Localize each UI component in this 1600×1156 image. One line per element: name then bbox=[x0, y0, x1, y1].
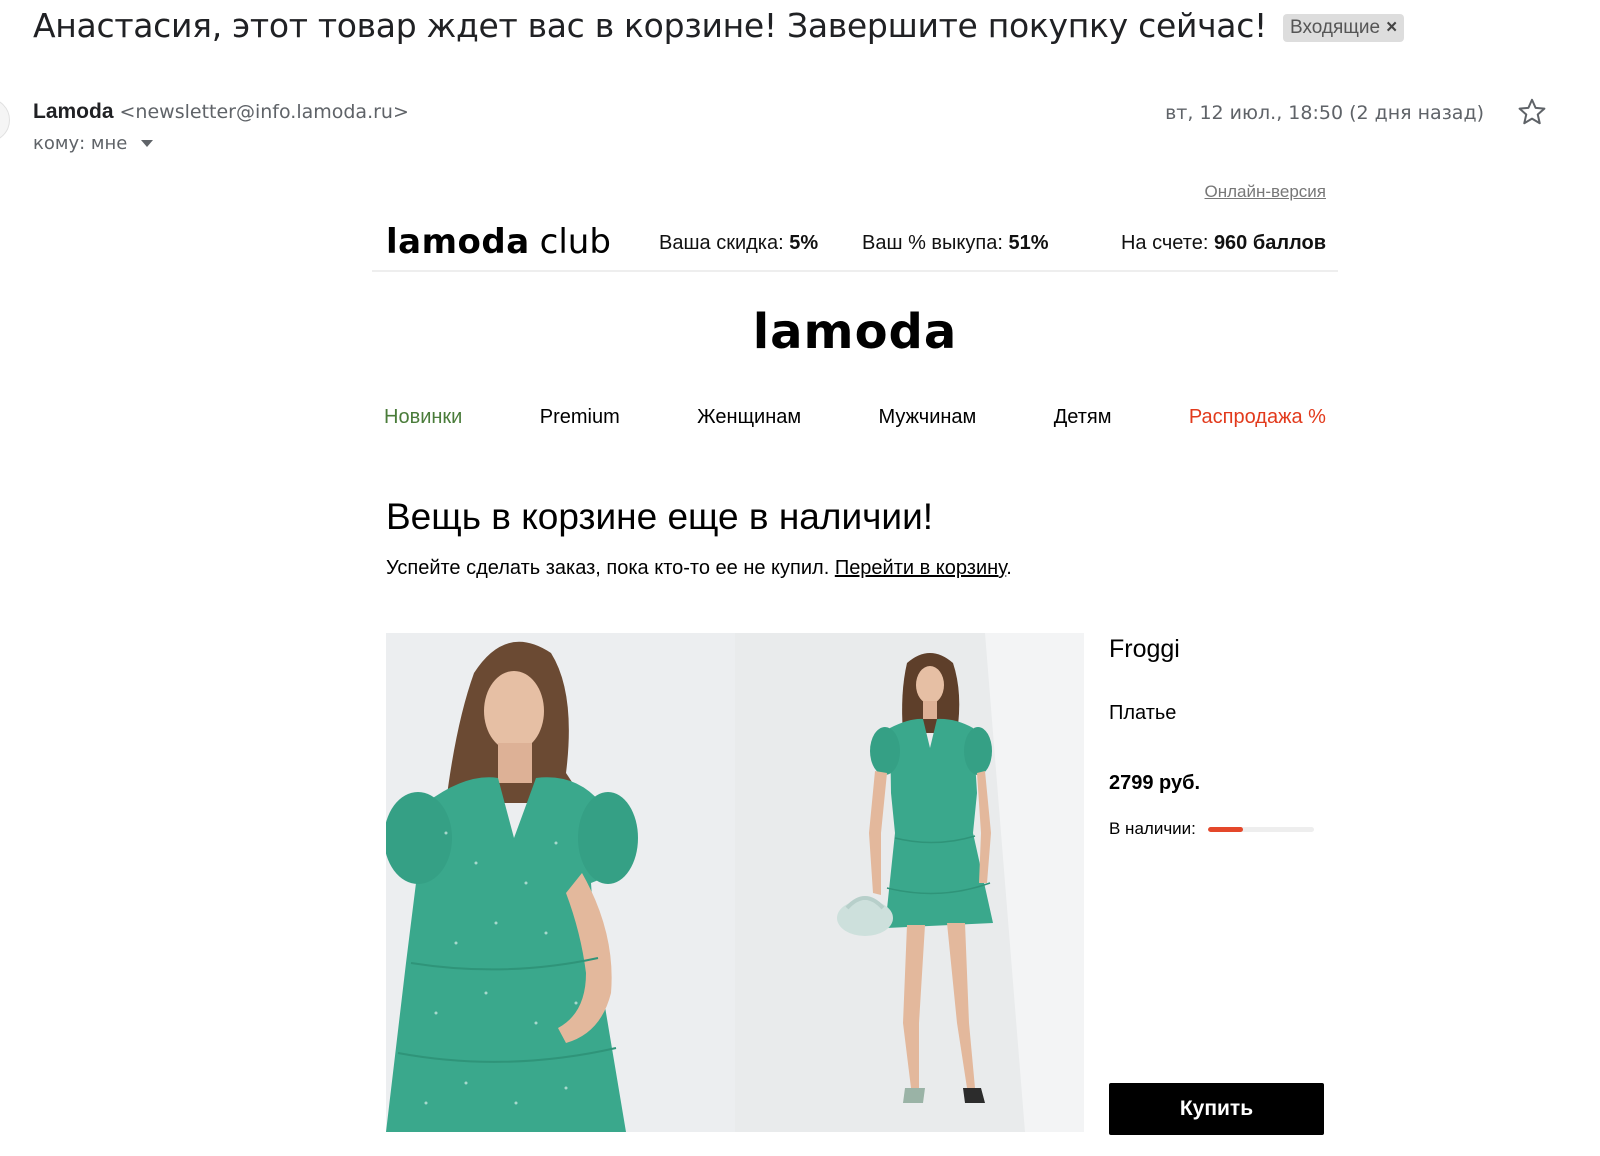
product-brand[interactable]: Froggi bbox=[1109, 635, 1339, 664]
sender-name[interactable]: Lamoda bbox=[33, 100, 114, 124]
discount-value: 5% bbox=[789, 232, 819, 254]
balance-label: На счете: bbox=[1120, 232, 1214, 254]
inbox-label-chip[interactable]: Входящие × bbox=[1282, 13, 1405, 42]
recipient-text: кому: мне bbox=[33, 133, 128, 154]
product-photo-full[interactable] bbox=[735, 633, 1084, 1132]
buyout-stat: Ваш % выкупа: 51% bbox=[862, 232, 1048, 255]
subline: Успейте сделать заказ, пока кто-то ее не… bbox=[386, 557, 1012, 580]
email-subject: Анастасия, этот товар ждет вас в корзине… bbox=[33, 6, 1267, 45]
nav-kids[interactable]: Детям bbox=[1054, 406, 1112, 429]
recipient-row: кому: мне bbox=[33, 133, 154, 154]
sender-row: Lamoda <newsletter@info.lamoda.ru> bbox=[33, 100, 409, 124]
nav-women[interactable]: Женщинам bbox=[697, 406, 801, 429]
lamoda-logo[interactable]: lamoda bbox=[372, 304, 1338, 360]
headline: Вещь в корзине еще в наличии! bbox=[386, 496, 934, 537]
nav-sale[interactable]: Распродажа % bbox=[1189, 406, 1326, 429]
club-bar: lamoda club Ваша скидка: 5% Ваш % выкупа:… bbox=[372, 216, 1338, 272]
star-icon[interactable] bbox=[1516, 96, 1548, 128]
buyout-label: Ваш % выкупа: bbox=[862, 232, 1009, 254]
balance-stat: На счете: 960 баллов bbox=[1121, 232, 1326, 255]
online-version-link[interactable]: Онлайн-версия bbox=[1205, 182, 1326, 202]
balance-value: 960 баллов bbox=[1213, 232, 1326, 254]
chevron-down-icon[interactable] bbox=[141, 140, 154, 147]
product-type: Платье bbox=[1109, 702, 1177, 724]
sender-email: <newsletter@info.lamoda.ru> bbox=[119, 101, 409, 123]
remove-label-icon[interactable]: × bbox=[1386, 17, 1397, 39]
go-to-cart-link[interactable]: Перейти в корзину bbox=[835, 557, 1006, 579]
subline-end: . bbox=[1006, 557, 1012, 579]
message-header: Анастасия, этот товар ждет вас в корзине… bbox=[33, 6, 1405, 45]
nav-new[interactable]: Новинки bbox=[384, 406, 462, 429]
buyout-value: 51% bbox=[1008, 232, 1049, 254]
dress-fullbody-image bbox=[735, 633, 1084, 1132]
nav-men[interactable]: Мужчинам bbox=[879, 406, 977, 429]
sender-avatar[interactable] bbox=[0, 98, 10, 142]
product-info: Froggi Платье 2799 руб. В наличии: bbox=[1109, 633, 1339, 839]
discount-label: Ваша скидка: bbox=[659, 232, 790, 254]
stock-indicator: В наличии: bbox=[1109, 819, 1339, 839]
stock-label: В наличии: bbox=[1109, 819, 1196, 838]
club-logo-brand: lamoda bbox=[386, 222, 530, 262]
product-photo-front[interactable] bbox=[386, 633, 735, 1132]
stock-bar-fill bbox=[1207, 826, 1243, 832]
subline-text: Успейте сделать заказ, пока кто-то ее не… bbox=[386, 557, 835, 579]
club-logo-suffix: club bbox=[539, 222, 611, 262]
lamoda-club-logo[interactable]: lamoda club bbox=[386, 222, 611, 262]
discount-stat: Ваша скидка: 5% bbox=[659, 232, 818, 255]
message-date: вт, 12 июл., 18:50 (2 дня назад) bbox=[1165, 102, 1484, 124]
category-nav: Новинки Premium Женщинам Мужчинам Детям … bbox=[384, 406, 1326, 429]
stock-bar bbox=[1207, 826, 1314, 832]
product-price: 2799 руб. bbox=[1109, 772, 1201, 794]
dress-closeup-image bbox=[386, 633, 735, 1132]
buy-button[interactable]: Купить bbox=[1109, 1083, 1324, 1135]
nav-premium[interactable]: Premium bbox=[540, 406, 620, 429]
inbox-label-text: Входящие bbox=[1289, 16, 1381, 38]
